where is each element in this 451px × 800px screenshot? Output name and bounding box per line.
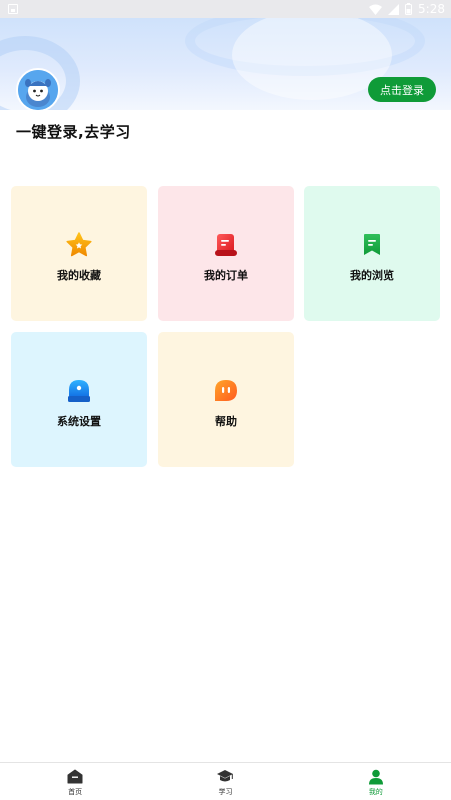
status-time: 5:28: [418, 2, 445, 16]
menu-card-label: 我的浏览: [350, 269, 394, 282]
login-button[interactable]: 点击登录: [368, 77, 436, 102]
menu-card-history[interactable]: 我的浏览: [304, 186, 440, 321]
wifi-icon: [369, 4, 383, 15]
nav-item-home[interactable]: 首页: [0, 763, 150, 800]
notification-icon: [8, 4, 18, 14]
page-title[interactable]: 一键登录,去学习: [16, 121, 131, 142]
menu-card-favorites[interactable]: 我的收藏: [11, 186, 147, 321]
menu-card-label: 帮助: [215, 415, 237, 428]
menu-card-label: 我的订单: [204, 269, 248, 282]
status-bar: 5:28: [0, 0, 451, 18]
signal-icon: [388, 3, 400, 15]
star-icon: [65, 231, 93, 259]
chat-help-icon: [212, 377, 240, 405]
menu-card-label: 我的收藏: [57, 269, 101, 282]
nav-item-label: 我的: [368, 787, 383, 796]
nav-item-label: 学习: [218, 787, 233, 796]
nav-item-mine[interactable]: 我的: [301, 763, 451, 800]
menu-card-label: 系统设置: [57, 415, 101, 428]
bottom-nav: 首页 学习 我的: [0, 762, 451, 800]
bookmark-icon: [358, 231, 386, 259]
menu-card-help[interactable]: 帮助: [158, 332, 294, 467]
menu-card-orders[interactable]: 我的订单: [158, 186, 294, 321]
person-icon: [367, 769, 385, 785]
graduation-cap-icon: [216, 769, 234, 785]
nav-item-label: 首页: [68, 787, 83, 796]
order-scroll-icon: [212, 231, 240, 259]
nav-item-study[interactable]: 学习: [150, 763, 300, 800]
home-icon: [66, 769, 84, 785]
settings-icon: [65, 377, 93, 405]
avatar[interactable]: [16, 68, 60, 112]
menu-card-settings[interactable]: 系统设置: [11, 332, 147, 467]
battery-icon: [405, 3, 413, 15]
